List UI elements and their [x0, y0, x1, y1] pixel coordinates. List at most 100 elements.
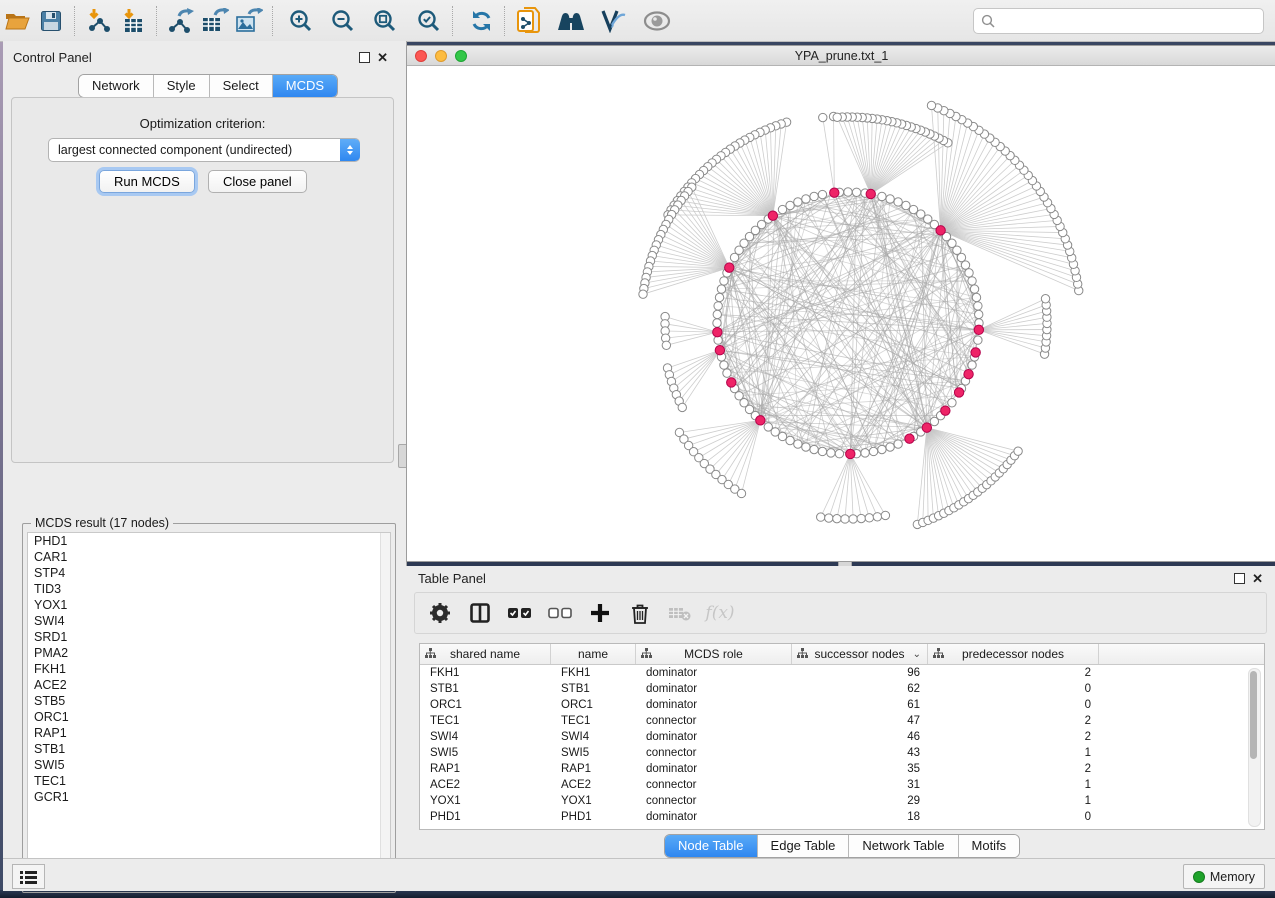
network-node[interactable]: [818, 447, 826, 455]
export-network-icon[interactable]: [164, 5, 198, 37]
network-node[interactable]: [818, 190, 826, 198]
network-node[interactable]: [713, 319, 721, 327]
network-node[interactable]: [844, 188, 852, 196]
network-node[interactable]: [930, 417, 938, 425]
table-cell[interactable]: ORC1: [420, 697, 551, 713]
mcds-node[interactable]: [713, 327, 722, 336]
table-cell[interactable]: RAP1: [551, 761, 636, 777]
network-node[interactable]: [974, 336, 982, 344]
satellite-node[interactable]: [881, 511, 889, 519]
tab-edge-table[interactable]: Edge Table: [757, 835, 849, 857]
memory-button[interactable]: Memory: [1183, 864, 1265, 889]
float-panel-icon[interactable]: [1234, 573, 1245, 584]
table-cell[interactable]: dominator: [636, 681, 792, 697]
sort-indicator-icon[interactable]: ⌄: [913, 649, 921, 660]
network-node[interactable]: [961, 261, 969, 269]
eye-icon[interactable]: [640, 5, 674, 37]
mcds-result-item[interactable]: TEC1: [28, 773, 390, 789]
open-folder-icon[interactable]: [0, 5, 34, 37]
network-node[interactable]: [723, 369, 731, 377]
satellite-node[interactable]: [1014, 447, 1022, 455]
table-cell[interactable]: 1: [928, 793, 1099, 809]
network-from-selection-icon[interactable]: [512, 5, 546, 37]
zoom-fit-icon[interactable]: [368, 5, 402, 37]
optimization-criterion-select[interactable]: largest connected component (undirected): [48, 138, 360, 162]
table-row[interactable]: RAP1RAP1dominator352: [420, 761, 1264, 777]
mcds-node[interactable]: [941, 406, 950, 415]
mcds-result-item[interactable]: ACE2: [28, 677, 390, 693]
export-image-icon[interactable]: [232, 5, 266, 37]
network-node[interactable]: [810, 445, 818, 453]
table-cell[interactable]: 47: [792, 713, 928, 729]
network-node[interactable]: [720, 361, 728, 369]
table-cell[interactable]: TEC1: [420, 713, 551, 729]
mcds-node[interactable]: [756, 416, 765, 425]
network-node[interactable]: [886, 195, 894, 203]
satellite-node[interactable]: [857, 514, 865, 522]
table-row[interactable]: TEC1TEC1connector472: [420, 713, 1264, 729]
satellite-node[interactable]: [865, 514, 873, 522]
table-cell[interactable]: 2: [928, 665, 1099, 681]
table-cell[interactable]: dominator: [636, 729, 792, 745]
table-cell[interactable]: PHD1: [551, 809, 636, 825]
table-cell[interactable]: ORC1: [551, 697, 636, 713]
table-cell[interactable]: 2: [928, 729, 1099, 745]
table-row[interactable]: PHD1PHD1dominator180: [420, 809, 1264, 825]
table-cell[interactable]: 0: [928, 697, 1099, 713]
table-cell[interactable]: 35: [792, 761, 928, 777]
deselect-all-icon[interactable]: [547, 599, 573, 627]
trash-icon[interactable]: [627, 599, 653, 627]
table-cell[interactable]: 1: [928, 777, 1099, 793]
table-cell[interactable]: RAP1: [420, 761, 551, 777]
search-input[interactable]: [995, 13, 1263, 29]
function-builder-icon[interactable]: f(x): [707, 599, 733, 627]
mcds-result-item[interactable]: STB1: [28, 741, 390, 757]
tab-select[interactable]: Select: [209, 75, 272, 97]
table-cell[interactable]: YOX1: [551, 793, 636, 809]
satellite-node[interactable]: [849, 515, 857, 523]
zoom-in-icon[interactable]: [284, 5, 318, 37]
column-header-predecessor-nodes[interactable]: predecessor nodes: [928, 644, 1099, 664]
mcds-result-item[interactable]: FKH1: [28, 661, 390, 677]
tab-network[interactable]: Network: [79, 75, 153, 97]
network-node[interactable]: [714, 302, 722, 310]
network-node[interactable]: [827, 449, 835, 457]
column-header-successor-nodes[interactable]: successor nodes⌄: [792, 644, 928, 664]
mcds-result-item[interactable]: YOX1: [28, 597, 390, 613]
import-table-icon[interactable]: [116, 5, 150, 37]
save-floppy-icon[interactable]: [34, 5, 68, 37]
network-node[interactable]: [720, 277, 728, 285]
network-node[interactable]: [794, 440, 802, 448]
table-row[interactable]: ORC1ORC1dominator610: [420, 697, 1264, 713]
run-mcds-button[interactable]: Run MCDS: [99, 170, 195, 193]
network-node[interactable]: [965, 269, 973, 277]
column-header-name[interactable]: name: [551, 644, 636, 664]
tab-style[interactable]: Style: [153, 75, 209, 97]
satellite-node[interactable]: [737, 489, 745, 497]
satellite-node[interactable]: [927, 101, 935, 109]
mcds-result-item[interactable]: PHD1: [28, 533, 390, 549]
satellite-node[interactable]: [841, 515, 849, 523]
export-table-icon[interactable]: [198, 5, 232, 37]
network-canvas[interactable]: [407, 65, 1274, 559]
network-node[interactable]: [802, 195, 810, 203]
search-field[interactable]: [973, 8, 1264, 34]
network-node[interactable]: [886, 443, 894, 451]
network-node[interactable]: [852, 188, 860, 196]
mcds-node[interactable]: [936, 226, 945, 235]
table-cell[interactable]: 62: [792, 681, 928, 697]
network-node[interactable]: [835, 450, 843, 458]
refresh-icon[interactable]: [464, 5, 498, 37]
mcds-node[interactable]: [954, 388, 963, 397]
network-node[interactable]: [794, 198, 802, 206]
mcds-node[interactable]: [725, 263, 734, 272]
table-row[interactable]: ACE2ACE2connector311: [420, 777, 1264, 793]
mcds-node[interactable]: [971, 348, 980, 357]
mcds-result-item[interactable]: SWI5: [28, 757, 390, 773]
table-cell[interactable]: YOX1: [420, 793, 551, 809]
delete-table-icon[interactable]: [667, 599, 693, 627]
network-node[interactable]: [894, 198, 902, 206]
table-cell[interactable]: FKH1: [420, 665, 551, 681]
table-cell[interactable]: dominator: [636, 697, 792, 713]
network-node[interactable]: [717, 285, 725, 293]
